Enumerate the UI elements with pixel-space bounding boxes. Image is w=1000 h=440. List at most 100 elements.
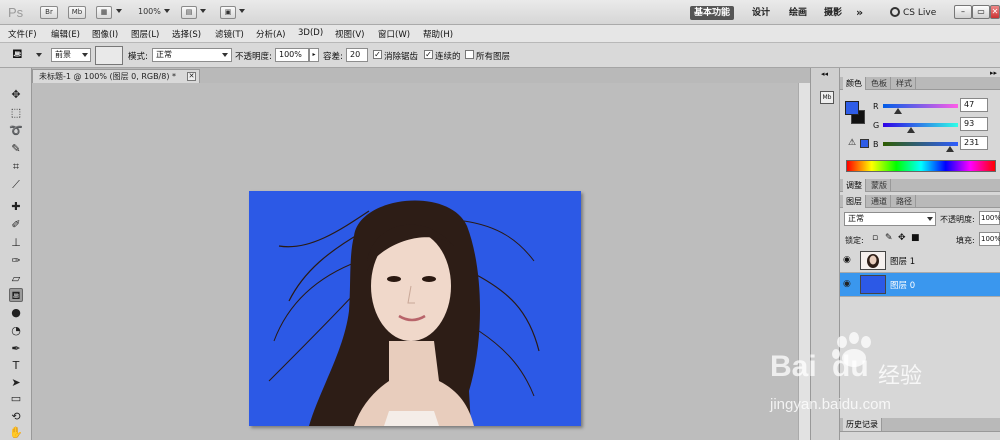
lock-image-icon[interactable]: ✎: [885, 233, 893, 243]
screen-mode-button[interactable]: ▣: [220, 6, 236, 19]
quick-select-tool-icon[interactable]: ✎: [9, 142, 23, 156]
more-workspaces-button[interactable]: »: [856, 6, 863, 20]
menu-select[interactable]: 选择(S): [172, 28, 201, 40]
minimize-button[interactable]: –: [954, 5, 972, 19]
hand-tool-icon[interactable]: ✋: [9, 426, 23, 440]
chevron-down-icon[interactable]: [164, 9, 170, 13]
contiguous-checkbox[interactable]: ✓: [424, 50, 433, 59]
fill-source-value: 前景: [55, 50, 71, 59]
workspace-painting[interactable]: 绘画: [789, 6, 807, 20]
b-slider-thumb[interactable]: [946, 146, 954, 152]
view-extras-button[interactable]: ▦: [96, 6, 112, 19]
maximize-button[interactable]: ▭: [972, 5, 990, 19]
workspace-essentials[interactable]: 基本功能: [690, 6, 735, 20]
collapse-panels-icon[interactable]: ▸▸: [990, 69, 997, 77]
lock-transparent-icon[interactable]: ▫: [872, 233, 878, 243]
menu-bar: 文件(F) 编辑(E) 图像(I) 图层(L) 选择(S) 滤镜(T) 分析(A…: [0, 25, 1000, 43]
workspace-design[interactable]: 设计: [752, 6, 770, 20]
b-value-input[interactable]: 231: [960, 136, 988, 150]
r-value-input[interactable]: 47: [960, 98, 988, 112]
chevron-down-icon[interactable]: [200, 9, 206, 13]
pattern-picker[interactable]: [95, 46, 123, 65]
mini-bridge-button[interactable]: Mb: [68, 6, 86, 19]
paint-bucket-icon[interactable]: ⛾: [12, 47, 23, 64]
fill-input[interactable]: 100%: [979, 232, 1000, 246]
eye-icon[interactable]: ◉: [843, 280, 853, 289]
lasso-tool-icon[interactable]: ➰: [9, 124, 23, 138]
document-image[interactable]: [249, 191, 581, 426]
chevron-down-icon[interactable]: [239, 9, 245, 13]
move-tool-icon[interactable]: ✥: [9, 88, 23, 102]
layer-row[interactable]: ◉ 图层 0: [840, 273, 1000, 297]
bridge-button[interactable]: Br: [40, 6, 58, 19]
history-brush-tool-icon[interactable]: ✑: [9, 254, 23, 268]
rectangle-tool-icon[interactable]: ▭: [9, 392, 23, 406]
tolerance-input[interactable]: 20: [346, 48, 368, 62]
eyedropper-tool-icon[interactable]: ⟋: [9, 178, 23, 192]
tab-layers[interactable]: 图层: [843, 195, 866, 208]
paint-bucket-tool-icon[interactable]: ⛾: [9, 288, 23, 302]
chevron-down-icon[interactable]: [116, 9, 122, 13]
warning-icon[interactable]: ⚠: [848, 138, 856, 148]
tab-channels[interactable]: 通道: [868, 195, 891, 208]
blend-mode-select[interactable]: 正常: [844, 212, 936, 226]
antialias-checkbox[interactable]: ✓: [373, 50, 382, 59]
menu-3d[interactable]: 3D(D): [298, 28, 323, 38]
tab-paths[interactable]: 路径: [893, 195, 916, 208]
brush-tool-icon[interactable]: ✐: [9, 218, 23, 232]
color-spectrum-bar[interactable]: [846, 160, 996, 172]
eraser-tool-icon[interactable]: ▱: [9, 272, 23, 286]
blur-tool-icon[interactable]: ●: [9, 306, 23, 320]
gamut-swatch[interactable]: [860, 139, 869, 148]
workspace-photography[interactable]: 摄影: [824, 6, 842, 20]
g-slider[interactable]: [883, 123, 958, 127]
all-layers-checkbox[interactable]: [465, 50, 474, 59]
layer-row[interactable]: ◉ 图层 1: [840, 249, 1000, 273]
menu-view[interactable]: 视图(V): [335, 28, 364, 40]
mode-select[interactable]: 正常: [152, 48, 232, 62]
menu-window[interactable]: 窗口(W): [378, 28, 410, 40]
menu-edit[interactable]: 编辑(E): [51, 28, 80, 40]
opacity-slider-button[interactable]: ▸: [309, 48, 319, 62]
menu-image[interactable]: 图像(I): [92, 28, 118, 40]
g-slider-thumb[interactable]: [907, 127, 915, 133]
pen-tool-icon[interactable]: ✒: [9, 342, 23, 356]
chevron-down-icon: [82, 53, 88, 57]
r-slider-thumb[interactable]: [894, 108, 902, 114]
cs-live-button[interactable]: CS Live: [890, 6, 936, 20]
zoom-level[interactable]: 100%: [138, 7, 161, 16]
marquee-tool-icon[interactable]: ⬚: [9, 106, 23, 120]
tab-color[interactable]: 颜色: [843, 77, 866, 90]
menu-layer[interactable]: 图层(L): [131, 28, 159, 40]
menu-analysis[interactable]: 分析(A): [256, 28, 285, 40]
lock-all-icon[interactable]: ■: [911, 233, 920, 243]
eye-icon[interactable]: ◉: [843, 256, 853, 265]
crop-tool-icon[interactable]: ⌗: [9, 160, 23, 174]
tab-swatches[interactable]: 色板: [868, 77, 891, 90]
clone-stamp-tool-icon[interactable]: ⊥: [9, 236, 23, 250]
close-button[interactable]: ✕: [990, 5, 1000, 19]
menu-filter[interactable]: 滤镜(T): [215, 28, 244, 40]
menu-file[interactable]: 文件(F): [8, 28, 37, 40]
tab-masks[interactable]: 蒙版: [868, 179, 891, 192]
type-tool-icon[interactable]: T: [9, 359, 23, 373]
fill-source-select[interactable]: 前景: [51, 48, 91, 62]
arrange-documents-button[interactable]: ▤: [181, 6, 197, 19]
tab-adjustments[interactable]: 调整: [843, 179, 866, 192]
spot-healing-tool-icon[interactable]: ✚: [9, 200, 23, 214]
document-tab[interactable]: 未标题-1 @ 100% (图层 0, RGB/8) * ✕: [32, 69, 200, 83]
tab-styles[interactable]: 样式: [893, 77, 916, 90]
3d-rotate-tool-icon[interactable]: ⟲: [9, 410, 23, 424]
lock-position-icon[interactable]: ✥: [898, 233, 906, 243]
dodge-tool-icon[interactable]: ◔: [9, 324, 23, 338]
g-value-input[interactable]: 93: [960, 117, 988, 131]
layer-opacity-input[interactable]: 100%: [979, 211, 1000, 225]
mini-bridge-panel-icon[interactable]: Mb: [820, 91, 834, 104]
tool-preset-dropdown[interactable]: [36, 53, 42, 57]
menu-help[interactable]: 帮助(H): [423, 28, 453, 40]
foreground-color-swatch[interactable]: [845, 101, 859, 115]
collapse-dock-icon[interactable]: ◂◂: [821, 70, 828, 78]
path-select-tool-icon[interactable]: ➤: [9, 376, 23, 390]
close-document-icon[interactable]: ✕: [187, 72, 196, 81]
opacity-input[interactable]: 100%: [275, 48, 309, 62]
